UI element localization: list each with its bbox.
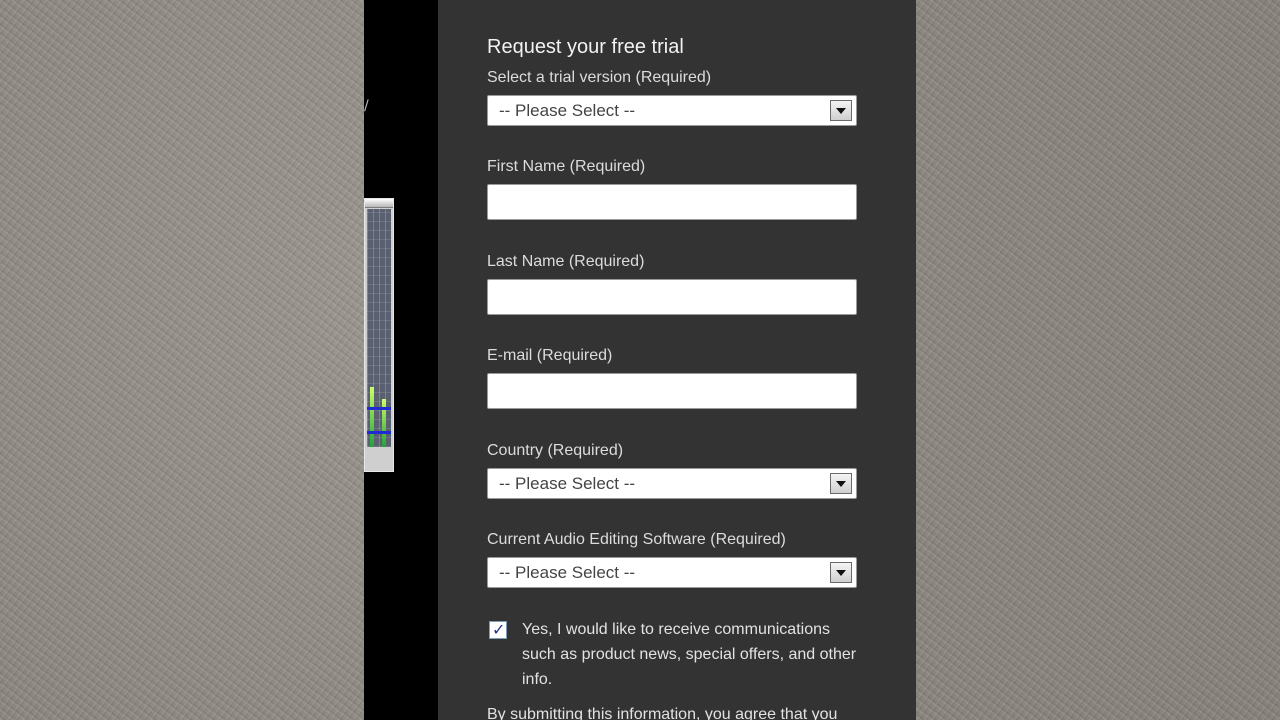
first-name-label: First Name (Required) [487, 158, 646, 175]
audio-software-select[interactable]: -- Please Select -- [487, 557, 857, 588]
newsletter-consent-label: Yes, I would like to receive communicati… [522, 621, 857, 688]
checkmark-icon: ✓ [492, 620, 506, 639]
app-screenshot-thumbnail [364, 198, 394, 472]
first-name-input[interactable] [487, 184, 857, 220]
terms-disclaimer: By submitting this information, you agre… [487, 706, 838, 720]
last-name-label: Last Name (Required) [487, 253, 645, 270]
form-title: Request your free trial [487, 36, 684, 58]
email-input[interactable] [487, 373, 857, 409]
dropdown-arrow-icon[interactable] [830, 473, 852, 494]
trial-version-selected: -- Please Select -- [499, 101, 636, 120]
audio-software-selected: -- Please Select -- [499, 563, 636, 582]
partial-glyph: / [364, 98, 369, 114]
audio-software-label: Current Audio Editing Software (Required… [487, 531, 786, 548]
country-label: Country (Required) [487, 442, 624, 459]
dropdown-arrow-icon[interactable] [830, 562, 852, 583]
email-label: E-mail (Required) [487, 347, 613, 364]
trial-request-form: Request your free trial Select a trial v… [438, 0, 916, 720]
country-select[interactable]: -- Please Select -- [487, 468, 857, 499]
country-selected: -- Please Select -- [499, 474, 636, 493]
last-name-input[interactable] [487, 279, 857, 315]
dropdown-arrow-icon[interactable] [830, 100, 852, 121]
trial-version-select[interactable]: -- Please Select -- [487, 95, 857, 126]
background-page-strip: / [364, 0, 438, 720]
newsletter-checkbox[interactable]: ✓ [489, 620, 507, 639]
trial-version-label: Select a trial version (Required) [487, 69, 712, 86]
